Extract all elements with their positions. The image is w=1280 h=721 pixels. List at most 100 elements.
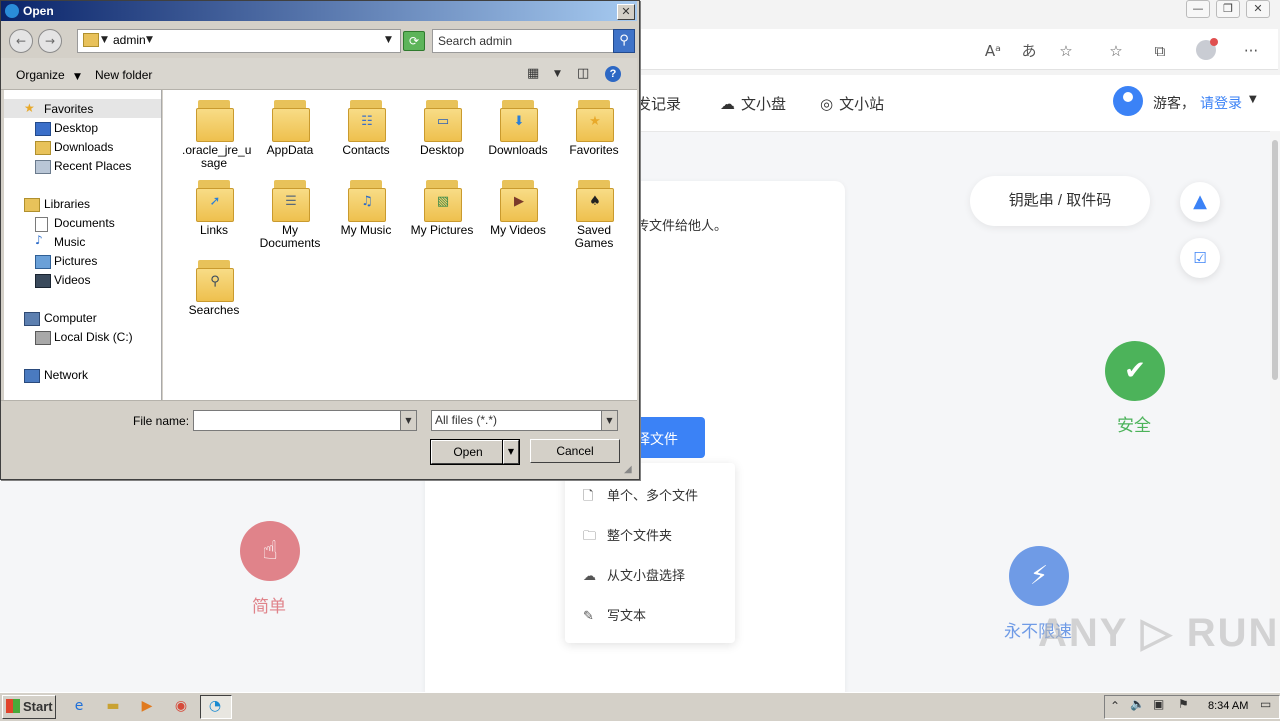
folder-emblem: ➚ <box>209 194 221 209</box>
nav-recent-places[interactable]: Recent Places <box>54 159 131 173</box>
nav-computer[interactable]: Computer <box>44 311 97 325</box>
folder-item[interactable]: .oracle_jre_u sage <box>182 98 251 170</box>
folder-item[interactable]: ➚ Links <box>182 178 246 237</box>
folder-item[interactable]: AppData <box>258 98 322 157</box>
menu-item-files[interactable]: 🗋 单个、多个文件 <box>583 485 698 505</box>
folder-item[interactable]: ☷ Contacts <box>334 98 398 157</box>
collections-icon[interactable]: ⧉ <box>1149 40 1171 62</box>
folder-item[interactable]: ★ Favorites <box>562 98 626 157</box>
network-tray-icon[interactable]: ▣ <box>1153 697 1164 711</box>
dialog-title: Open <box>23 4 54 18</box>
read-aloud-icon[interactable]: Aᵃ <box>982 40 1004 62</box>
cancel-button[interactable]: Cancel <box>530 439 620 463</box>
file-type-select[interactable]: All files (*.*) <box>431 410 605 431</box>
resize-grip[interactable]: ◢ <box>624 464 632 475</box>
path-segment[interactable]: admin <box>113 33 146 47</box>
translate-icon[interactable]: あ <box>1018 40 1040 62</box>
nav-wenxiaopan[interactable]: ☁ 文小盘 <box>720 93 786 114</box>
menu-item-folder[interactable]: 🗀 整个文件夹 <box>583 525 672 545</box>
refresh-button[interactable]: ⟳ <box>403 31 425 51</box>
nav-wenxiaozhan[interactable]: ◎ 文小站 <box>820 93 884 114</box>
address-bar[interactable] <box>638 29 1278 70</box>
start-button[interactable]: Start <box>2 695 56 719</box>
folder-item[interactable]: ▶ My Videos <box>486 178 550 237</box>
open-button[interactable]: Open <box>430 439 506 465</box>
folder-item[interactable]: ♠ Saved Games <box>562 178 626 250</box>
folder-item[interactable]: ⚲ Searches <box>182 258 246 317</box>
folder-name: My Pictures <box>410 223 474 237</box>
links-folder-icon: ➚ <box>196 178 234 222</box>
nav-videos[interactable]: Videos <box>54 273 90 287</box>
clock[interactable]: 8:34 AM <box>1208 700 1248 712</box>
favorites-icon[interactable]: ☆ <box>1105 40 1127 62</box>
searches-folder-icon: ⚲ <box>196 258 234 302</box>
breadcrumb-arrow-icon[interactable]: ▼ <box>101 35 108 45</box>
documents-icon <box>35 217 48 232</box>
profile-icon[interactable] <box>1196 38 1218 60</box>
nav-pictures[interactable]: Pictures <box>54 254 97 268</box>
login-link[interactable]: 请登录 <box>1200 93 1242 113</box>
open-options-dropdown[interactable]: ▼ <box>502 439 520 465</box>
chevron-down-icon[interactable]: ▼ <box>1249 94 1257 105</box>
nav-favorites[interactable]: Favorites <box>44 102 93 116</box>
scrollbar-thumb[interactable] <box>1272 140 1278 380</box>
volume-icon[interactable]: 🔈 <box>1130 697 1145 711</box>
calendar-check-icon[interactable]: ☑ <box>1180 238 1220 278</box>
folder-item[interactable]: ▭ Desktop <box>410 98 474 157</box>
tray-expand-icon[interactable]: ⌃ <box>1110 699 1120 713</box>
nav-downloads[interactable]: Downloads <box>54 140 113 154</box>
nav-local-disk[interactable]: Local Disk (C:) <box>54 330 133 344</box>
organize-button[interactable]: Organize ▼ <box>16 68 81 82</box>
compass-icon: ◎ <box>820 95 834 113</box>
folder-name: Favorites <box>569 143 619 157</box>
chevron-down-icon[interactable]: ▼ <box>601 410 618 431</box>
file-name-input[interactable] <box>193 410 401 431</box>
drive-icon <box>35 331 51 345</box>
help-icon[interactable]: ? <box>605 66 621 82</box>
close-icon[interactable]: ✕ <box>617 4 635 20</box>
image-icon[interactable]: ▲ <box>1180 182 1220 222</box>
nav-desktop[interactable]: Desktop <box>54 121 98 135</box>
chrome-icon[interactable]: ◉ <box>170 696 192 716</box>
back-button[interactable]: ← <box>9 29 33 53</box>
new-folder-button[interactable]: New folder <box>95 68 152 82</box>
search-input[interactable]: Search admin <box>432 29 617 53</box>
show-desktop-icon[interactable]: ▭ <box>1260 697 1271 711</box>
folder-item[interactable]: ⬇ Downloads <box>486 98 550 157</box>
menu-item-from-pan[interactable]: ☁ 从文小盘选择 <box>583 565 685 585</box>
nav-documents[interactable]: Documents <box>54 216 115 230</box>
nav-send-records[interactable]: 发记录 <box>636 93 681 114</box>
preview-pane-icon[interactable]: ◫ <box>577 66 589 81</box>
folder-item[interactable]: ☰ My Documents <box>258 178 322 250</box>
minimize-button[interactable]: — <box>1186 0 1210 18</box>
nav-music[interactable]: Music <box>54 235 85 249</box>
folder-emblem: ★ <box>589 114 601 129</box>
nav-libraries[interactable]: Libraries <box>44 197 90 211</box>
nav-network[interactable]: Network <box>44 368 88 382</box>
downloads-folder-icon: ⬇ <box>500 98 538 142</box>
add-favorite-icon[interactable]: ☆ <box>1055 40 1077 62</box>
folder-item[interactable]: ♫ My Music <box>334 178 398 237</box>
search-icon[interactable]: ⚲ <box>613 29 635 53</box>
folder-item[interactable]: ▧ My Pictures <box>410 178 474 237</box>
more-icon[interactable]: ··· <box>1240 40 1262 62</box>
folder-emblem: ▭ <box>436 114 450 129</box>
explorer-icon[interactable]: ▬ <box>102 696 124 716</box>
dialog-titlebar[interactable] <box>1 1 637 21</box>
folder-name: Contacts <box>342 143 390 157</box>
history-dropdown-icon[interactable]: ▼ <box>385 35 392 45</box>
close-window-button[interactable]: ✕ <box>1246 0 1270 18</box>
view-icon[interactable]: ▦ <box>527 66 539 81</box>
user-avatar[interactable] <box>1113 86 1143 116</box>
chevron-down-icon[interactable]: ▼ <box>146 35 153 45</box>
chevron-down-icon[interactable]: ▼ <box>400 410 417 431</box>
pickup-code-button[interactable]: 钥匙串 / 取件码 <box>970 176 1150 226</box>
media-player-icon[interactable]: ▶ <box>136 696 158 716</box>
chevron-down-icon[interactable]: ▼ <box>554 69 561 79</box>
forward-button[interactable]: → <box>38 29 62 53</box>
action-center-flag-icon[interactable]: ⚑ <box>1178 697 1189 711</box>
internet-explorer-icon[interactable]: e <box>68 696 90 716</box>
cloud-icon: ☁ <box>720 95 735 113</box>
restore-button[interactable]: ❐ <box>1216 0 1240 18</box>
menu-item-text[interactable]: ✎ 写文本 <box>583 605 646 625</box>
